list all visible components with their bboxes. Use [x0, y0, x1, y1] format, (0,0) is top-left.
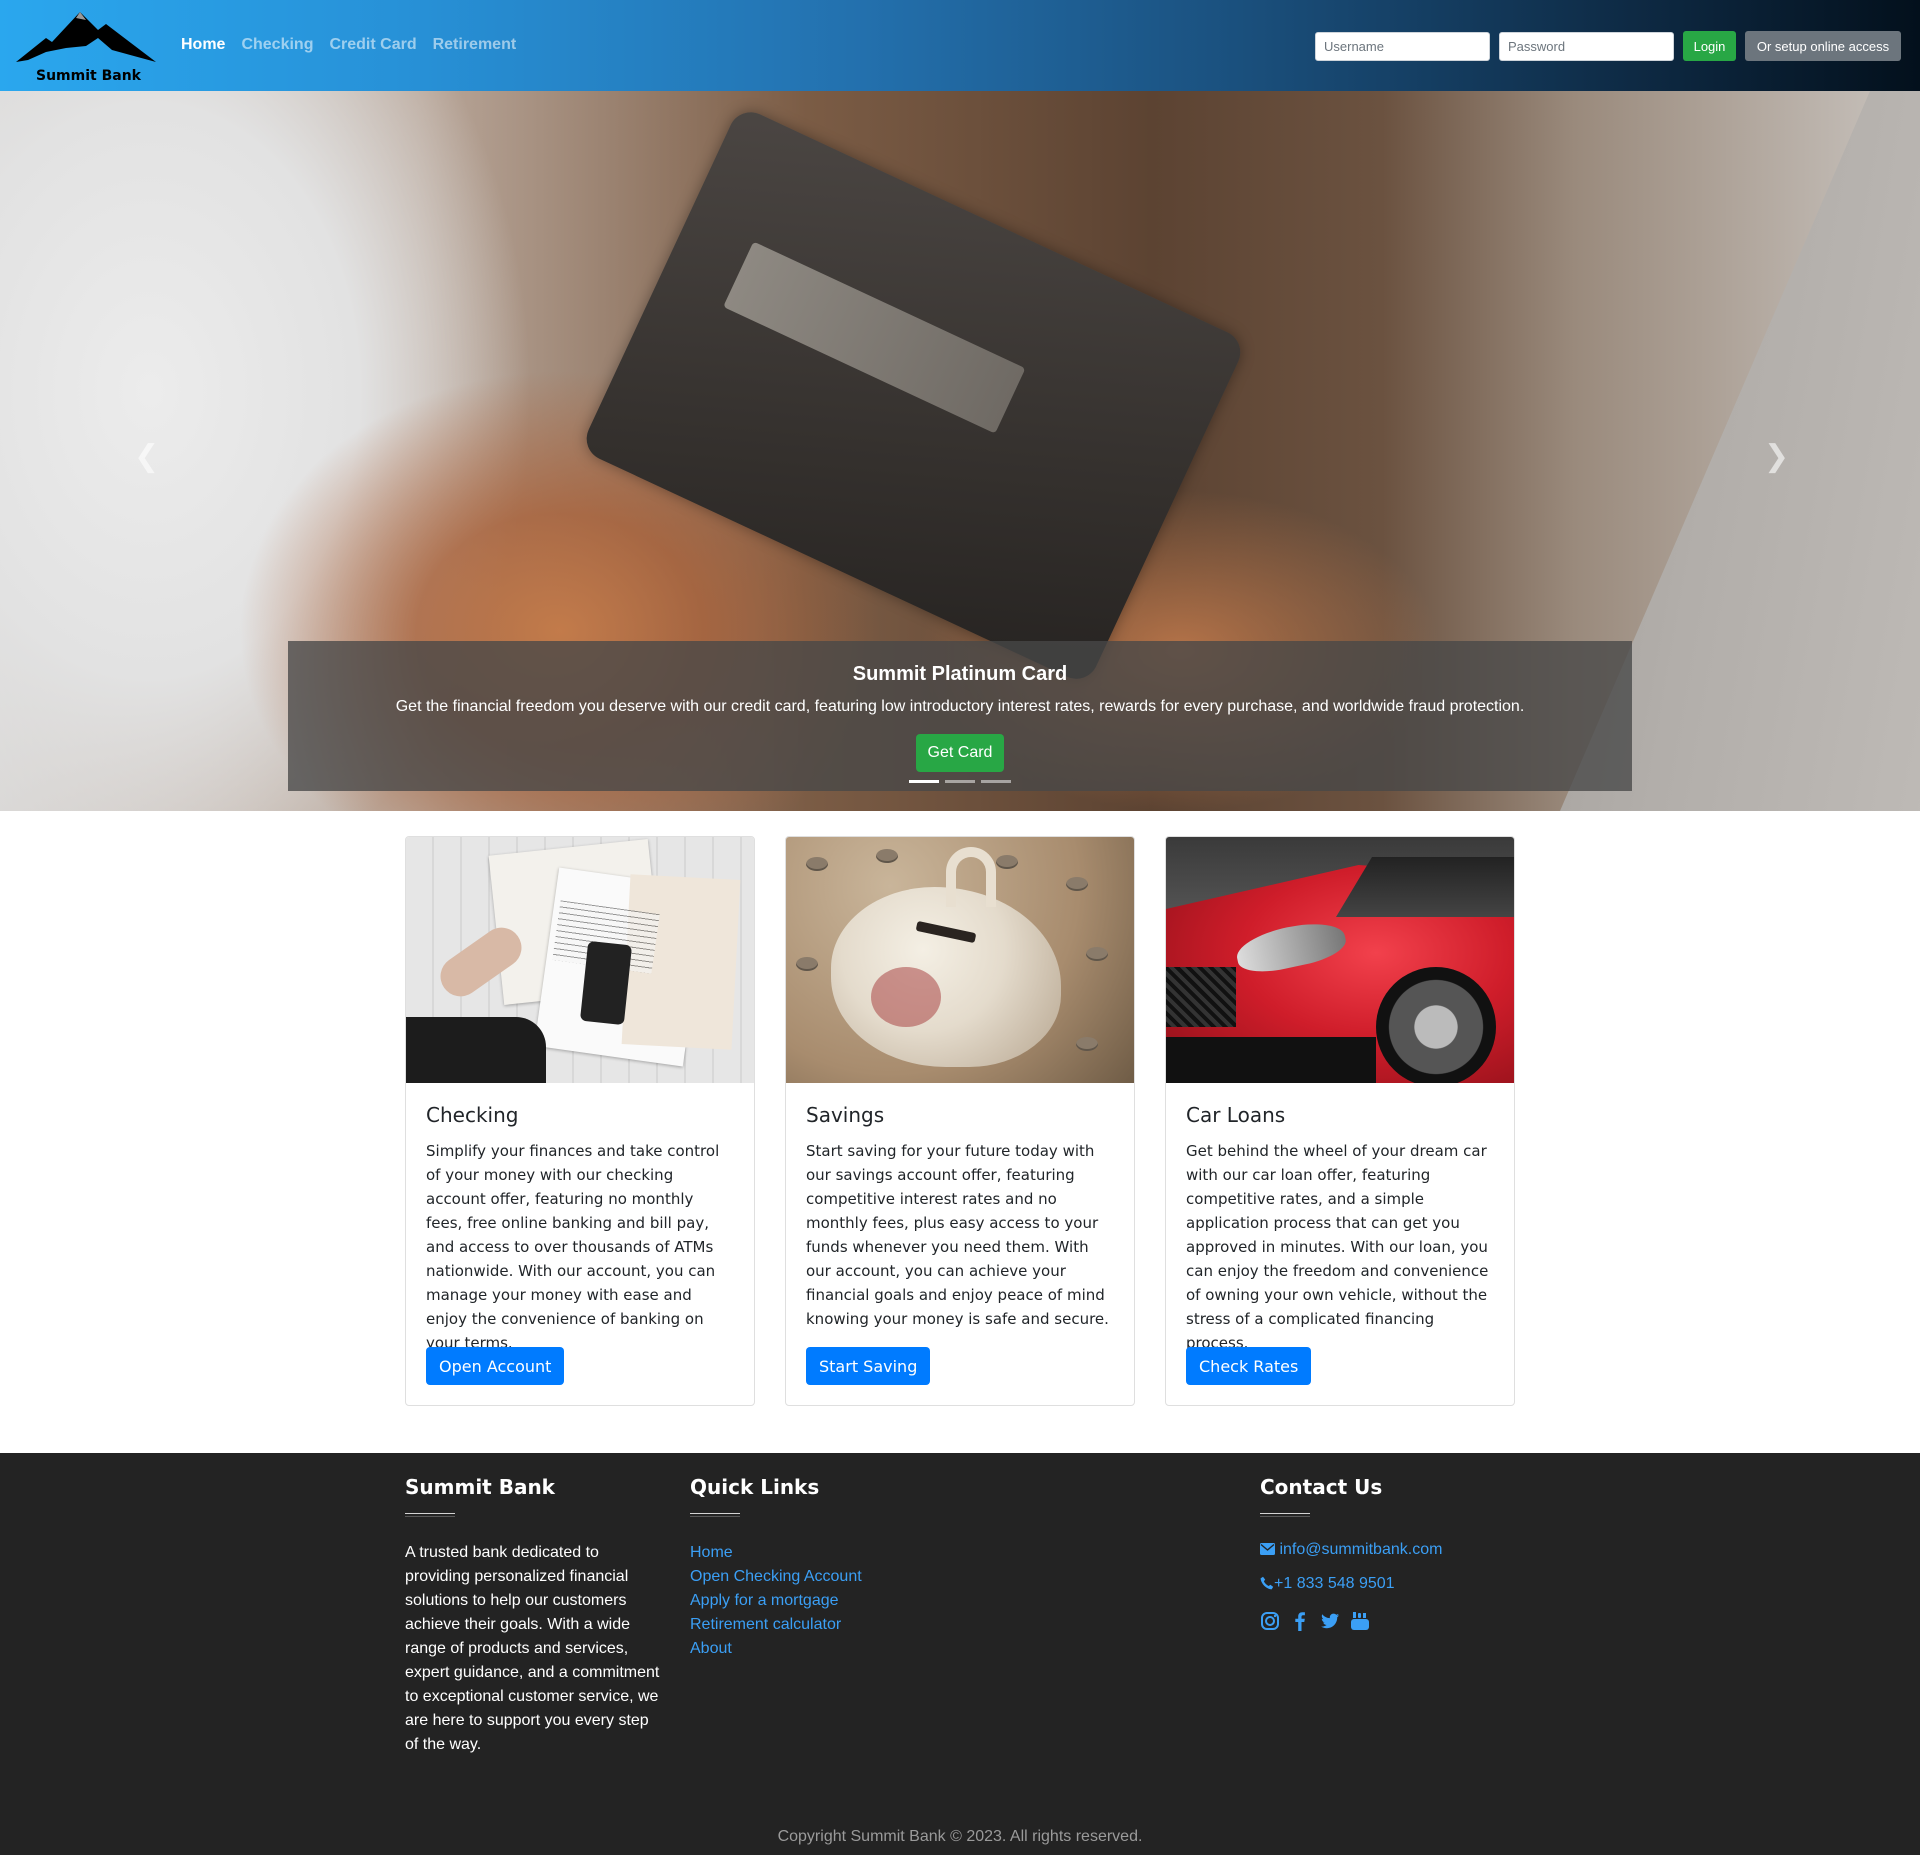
card-title: Checking — [426, 1103, 519, 1127]
login-button[interactable]: Login — [1683, 31, 1736, 61]
social-links — [1260, 1611, 1442, 1631]
nav-retirement[interactable]: Retirement — [433, 36, 517, 54]
card-savings: Savings Start saving for your future tod… — [785, 836, 1135, 1406]
card-text: Get behind the wheel of your dream car w… — [1186, 1142, 1489, 1352]
carousel-indicator-3[interactable] — [981, 780, 1011, 783]
divider — [1260, 1513, 1310, 1517]
contact-email[interactable]: info@summitbank.com — [1260, 1541, 1442, 1559]
main-nav: Home Checking Credit Card Retirement — [181, 36, 516, 54]
footer: Summit Bank A trusted bank dedicated to … — [0, 1453, 1920, 1855]
navbar: Summit Bank Home Checking Credit Card Re… — [0, 0, 1920, 91]
card-checking: Checking Simplify your finances and take… — [405, 836, 755, 1406]
product-cards: Checking Simplify your finances and take… — [405, 836, 1515, 1406]
footer-contact-title: Contact Us — [1260, 1475, 1383, 1499]
instagram-icon[interactable] — [1260, 1611, 1280, 1631]
card-text: Start saving for your future today with … — [806, 1142, 1109, 1328]
phone-icon — [1260, 1576, 1274, 1590]
carousel-indicator-1[interactable] — [909, 780, 939, 783]
card-car-loans: Car Loans Get behind the wheel of your d… — [1165, 836, 1515, 1406]
footer-quick-links: Quick Links Home Open Checking Account A… — [690, 1453, 862, 1661]
carousel-title: Summit Platinum Card — [852, 663, 1068, 685]
footer-links-title: Quick Links — [690, 1475, 820, 1499]
carousel-indicator-2[interactable] — [945, 780, 975, 783]
youtube-icon[interactable] — [1350, 1611, 1370, 1631]
hero-carousel: ❮ ❯ Summit Platinum Card Get the financi… — [0, 91, 1920, 811]
card-text: Simplify your finances and take control … — [426, 1142, 720, 1352]
footer-link-mortgage[interactable]: Apply for a mortgage — [690, 1592, 839, 1609]
card-title: Car Loans — [1186, 1103, 1286, 1127]
hero-credit-card-image — [579, 105, 1248, 687]
brand-logo[interactable]: Summit Bank — [16, 8, 161, 86]
divider — [690, 1513, 740, 1517]
carousel-caption: Summit Platinum Card Get the financial f… — [288, 641, 1632, 791]
password-input[interactable] — [1499, 31, 1674, 61]
carousel-prev-icon[interactable]: ❮ — [134, 439, 159, 474]
carousel-next-icon[interactable]: ❯ — [1764, 439, 1789, 474]
check-rates-button[interactable]: Check Rates — [1186, 1347, 1312, 1385]
start-saving-button[interactable]: Start Saving — [806, 1347, 931, 1385]
savings-image — [786, 837, 1134, 1083]
divider — [405, 1513, 455, 1517]
footer-link-about[interactable]: About — [690, 1640, 732, 1657]
brand-name: Summit Bank — [36, 68, 141, 84]
footer-contact: Contact Us info@summitbank.com +1 833 54… — [1260, 1453, 1442, 1631]
contact-phone-text[interactable]: +1 833 548 9501 — [1274, 1575, 1395, 1592]
footer-about: Summit Bank A trusted bank dedicated to … — [405, 1453, 660, 1757]
get-card-button[interactable]: Get Card — [916, 734, 1004, 772]
open-account-button[interactable]: Open Account — [426, 1347, 565, 1385]
copyright: Copyright Summit Bank © 2023. All rights… — [777, 1828, 1143, 1845]
footer-about-text: A trusted bank dedicated to providing pe… — [405, 1544, 660, 1753]
nav-checking[interactable]: Checking — [241, 36, 313, 54]
car-loans-image — [1166, 837, 1514, 1083]
contact-email-text[interactable]: info@summitbank.com — [1279, 1541, 1442, 1558]
mountain-logo-icon — [16, 12, 156, 62]
carousel-indicators — [909, 780, 1011, 783]
username-input[interactable] — [1315, 31, 1490, 61]
login-form: Login Or setup online access — [1315, 31, 1901, 61]
footer-about-title: Summit Bank — [405, 1475, 555, 1499]
footer-link-home[interactable]: Home — [690, 1544, 733, 1561]
card-title: Savings — [806, 1103, 885, 1127]
envelope-icon — [1260, 1543, 1275, 1555]
twitter-icon[interactable] — [1320, 1611, 1340, 1631]
setup-online-access-button[interactable]: Or setup online access — [1745, 31, 1901, 61]
footer-link-retirement-calculator[interactable]: Retirement calculator — [690, 1616, 841, 1633]
footer-link-open-checking[interactable]: Open Checking Account — [690, 1568, 862, 1585]
nav-credit-card[interactable]: Credit Card — [329, 36, 416, 54]
facebook-icon[interactable] — [1290, 1611, 1310, 1631]
checking-image — [406, 837, 754, 1083]
contact-phone[interactable]: +1 833 548 9501 — [1260, 1575, 1442, 1593]
nav-home[interactable]: Home — [181, 36, 225, 54]
carousel-text: Get the financial freedom you deserve wi… — [395, 698, 1525, 715]
